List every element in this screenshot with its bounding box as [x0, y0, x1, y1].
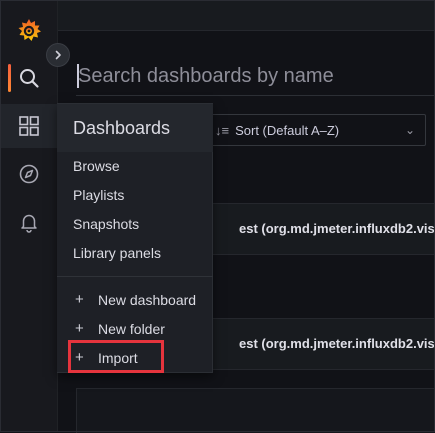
search-bar [58, 56, 435, 96]
menu-header[interactable]: Dashboards [57, 104, 213, 152]
nav-dashboards[interactable] [0, 104, 57, 148]
side-nav [0, 0, 58, 432]
compass-icon [19, 164, 38, 184]
dashboard-title[interactable]: est (org.md.jmeter.influxdb2.visua [239, 336, 435, 351]
import-highlight-annotation [68, 340, 164, 373]
search-underline [76, 95, 435, 96]
dashboards-menu: Dashboards Browse Playlists Snapshots Li… [57, 103, 213, 373]
menu-item-new-folder[interactable]: + New folder [75, 320, 165, 337]
plus-icon: + [75, 320, 84, 337]
menu-item-playlists[interactable]: Playlists [73, 187, 124, 203]
menu-item-library-panels[interactable]: Library panels [73, 245, 161, 261]
grafana-logo-icon[interactable] [16, 18, 42, 44]
menu-item-browse[interactable]: Browse [73, 158, 120, 174]
dashboard-title[interactable]: est (org.md.jmeter.influxdb2.visua [239, 221, 435, 236]
top-bar [58, 0, 435, 31]
sort-select[interactable]: ↓≡ Sort (Default A–Z) ⌄ [206, 114, 426, 146]
menu-item-new-dashboard[interactable]: + New dashboard [75, 291, 196, 308]
nav-explore[interactable] [0, 152, 57, 196]
plus-icon: + [75, 291, 84, 308]
search-input[interactable] [76, 60, 418, 92]
menu-title[interactable]: Dashboards [73, 118, 170, 139]
menu-item-label: New dashboard [98, 291, 197, 308]
nav-alerting[interactable] [0, 200, 57, 244]
chevron-down-icon: ⌄ [404, 123, 415, 137]
menu-item-label: New folder [98, 320, 165, 337]
sort-label: Sort (Default A–Z) [235, 122, 340, 138]
search-icon [19, 69, 39, 88]
active-indicator [8, 64, 11, 92]
bell-icon [20, 214, 37, 233]
sort-lines-icon: ↓≡ [215, 122, 230, 138]
menu-item-snapshots[interactable]: Snapshots [73, 216, 139, 232]
results-panel [76, 388, 435, 433]
dashboards-grid-icon [18, 116, 39, 136]
menu-divider [57, 276, 213, 277]
